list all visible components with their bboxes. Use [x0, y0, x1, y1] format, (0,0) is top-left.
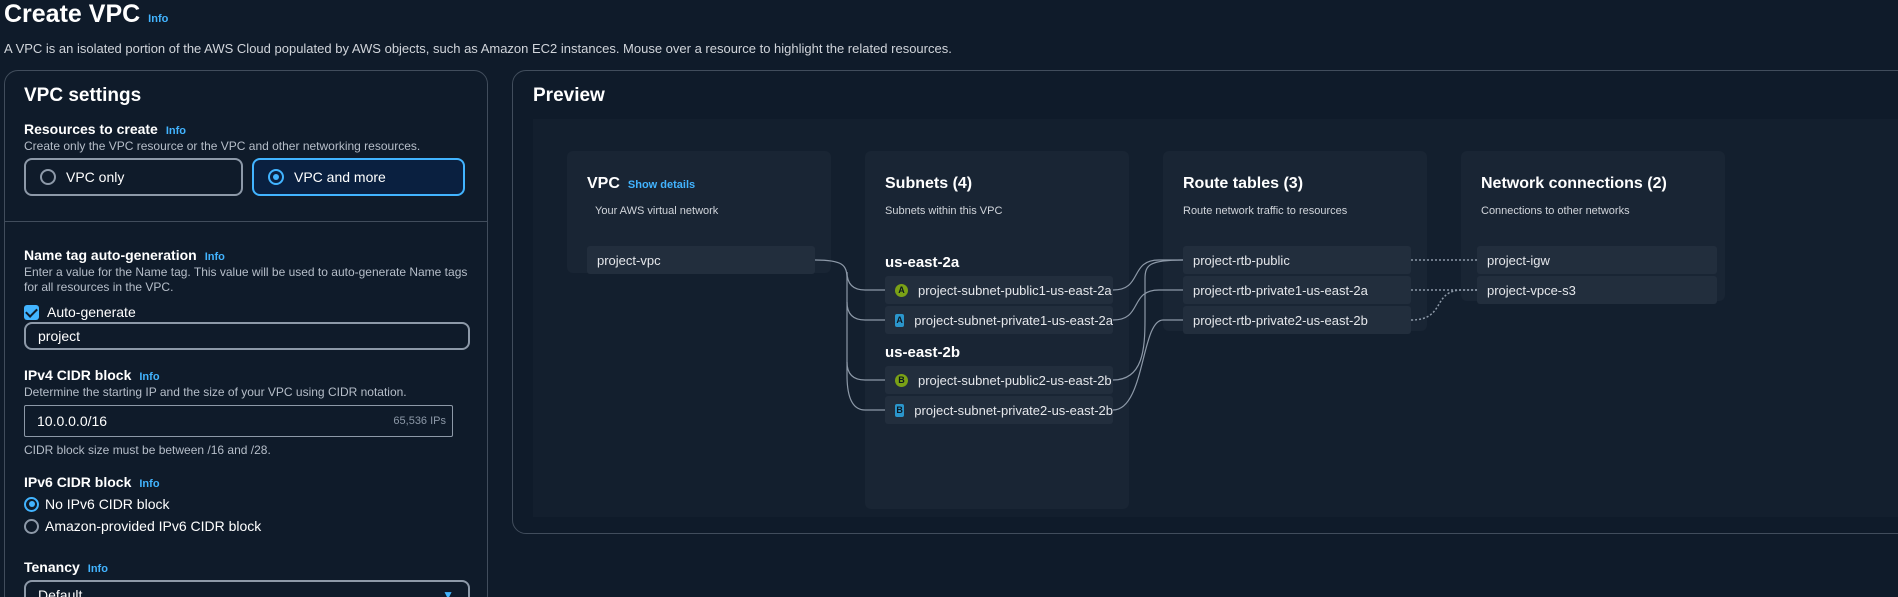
- name-tag-hint: Enter a value for the Name tag. This val…: [24, 265, 468, 294]
- preview-panel: Preview VPC Show details Your AWS virtua…: [512, 70, 1898, 534]
- tenancy-label-row: Tenancy Info: [24, 559, 108, 575]
- name-tag-label-row: Name tag auto-generation Info: [24, 247, 225, 263]
- page-header: Create VPC Info: [4, 0, 168, 29]
- vpc-subnet-link: [846, 301, 885, 321]
- option-vpc-only[interactable]: VPC only: [24, 158, 243, 196]
- auto-generate-label: Auto-generate: [47, 304, 136, 320]
- ipv4-ip-count: 65,536 IPs: [393, 415, 446, 427]
- radio-icon: [40, 169, 56, 185]
- ipv4-constraint: CIDR block size must be between /16 and …: [24, 443, 271, 457]
- name-tag-info-link[interactable]: Info: [205, 251, 225, 263]
- auto-generate-checkbox[interactable]: Auto-generate: [24, 304, 136, 320]
- option-vpc-and-more-label: VPC and more: [294, 169, 386, 185]
- info-link[interactable]: Info: [148, 13, 168, 25]
- ipv4-cidr-value: 10.0.0.0/16: [37, 413, 108, 429]
- radio-selected-icon: [268, 169, 284, 185]
- subnet-route-link: [1112, 259, 1183, 291]
- ipv4-label: IPv4 CIDR block: [24, 367, 132, 383]
- tenancy-value: Default: [38, 587, 83, 597]
- ipv4-label-row: IPv4 CIDR block Info: [24, 367, 160, 383]
- name-tag-label: Name tag auto-generation: [24, 247, 197, 263]
- preview-title: Preview: [533, 85, 605, 106]
- tenancy-label: Tenancy: [24, 559, 80, 575]
- vpc-settings-panel: VPC settings Resources to create Info Cr…: [4, 70, 488, 597]
- preview-canvas: VPC Show details Your AWS virtual networ…: [533, 119, 1898, 517]
- radio-icon: [24, 518, 39, 534]
- ipv6-option-none[interactable]: No IPv6 CIDR block: [24, 496, 169, 512]
- tenancy-info-link[interactable]: Info: [88, 563, 108, 575]
- page-description: A VPC is an isolated portion of the AWS …: [4, 41, 952, 56]
- subnet-route-link: [1112, 289, 1183, 321]
- name-tag-input[interactable]: project: [24, 322, 470, 350]
- page-title: Create VPC: [4, 0, 141, 28]
- option-vpc-and-more[interactable]: VPC and more: [252, 158, 465, 196]
- resources-info-link[interactable]: Info: [166, 125, 186, 137]
- radio-selected-icon: [24, 496, 39, 512]
- vpc-subnet-link: [846, 361, 885, 381]
- option-vpc-only-label: VPC only: [66, 169, 125, 185]
- vpc-subnet-link: [846, 271, 885, 291]
- caret-down-icon: ▼: [442, 588, 454, 597]
- ipv4-info-link[interactable]: Info: [139, 371, 159, 383]
- ipv6-option-amazon[interactable]: Amazon-provided IPv6 CIDR block: [24, 518, 261, 534]
- resources-hint: Create only the VPC resource or the VPC …: [24, 139, 421, 153]
- connector-lines: [814, 259, 1477, 411]
- subnet-route-link: [1112, 319, 1183, 411]
- tenancy-select[interactable]: Default ▼: [24, 580, 470, 597]
- ipv4-cidr-input[interactable]: 10.0.0.0/16 65,536 IPs: [24, 405, 453, 437]
- rtb-vpce-link: [1410, 289, 1477, 321]
- section-divider: [5, 221, 487, 222]
- resources-label: Resources to create: [24, 121, 158, 137]
- ipv6-option-amazon-label: Amazon-provided IPv6 CIDR block: [45, 518, 262, 534]
- ipv4-hint: Determine the starting IP and the size o…: [24, 385, 407, 399]
- ipv6-option-none-label: No IPv6 CIDR block: [45, 496, 170, 512]
- settings-title: VPC settings: [24, 85, 142, 106]
- ipv6-label: IPv6 CIDR block: [24, 474, 132, 490]
- vpc-subnet-link: [814, 259, 848, 375]
- checkbox-checked-icon: [24, 304, 39, 320]
- ipv6-label-row: IPv6 CIDR block Info: [24, 474, 160, 490]
- ipv6-info-link[interactable]: Info: [139, 478, 159, 490]
- resources-label-row: Resources to create Info: [24, 121, 186, 137]
